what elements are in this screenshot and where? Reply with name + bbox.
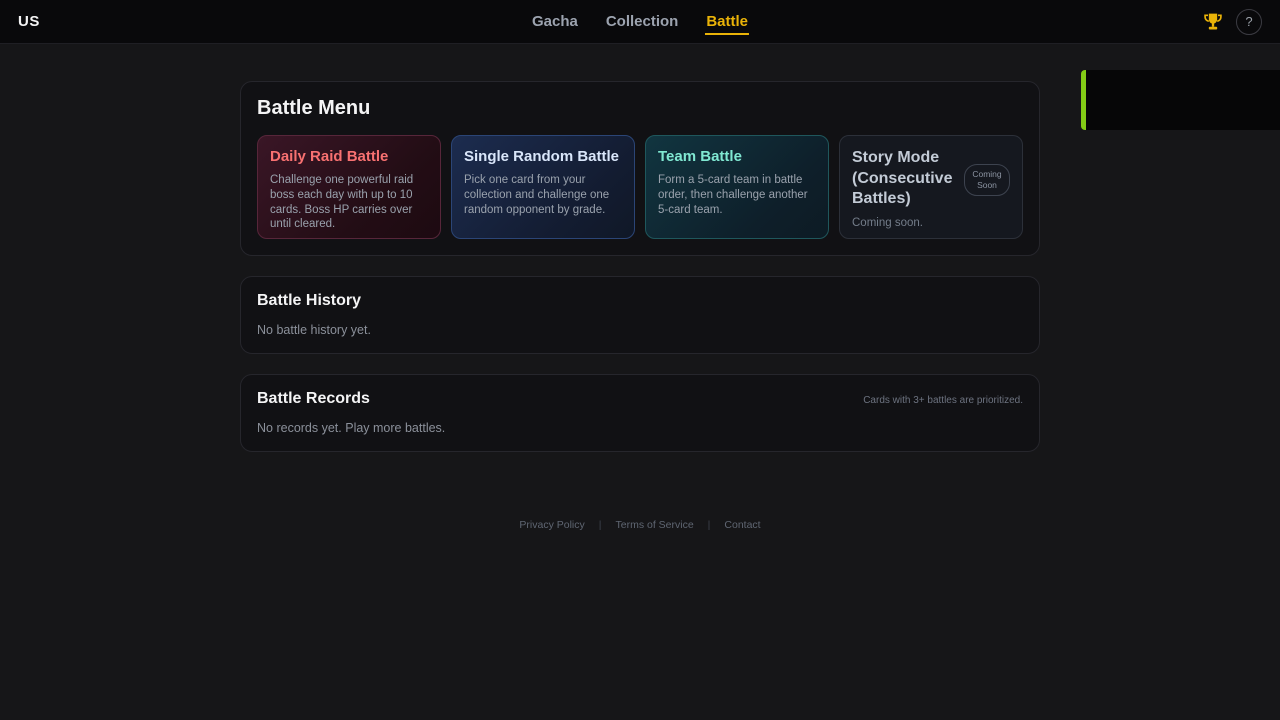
mode-card-daily-raid[interactable]: Daily Raid Battle Challenge one powerful… [257, 135, 441, 239]
mode-title: Team Battle [658, 148, 816, 165]
battle-menu-panel: Battle Menu Daily Raid Battle Challenge … [240, 81, 1040, 256]
nav-collection[interactable]: Collection [605, 9, 680, 34]
mode-title: Story Mode (Consecutive Battles) [852, 148, 958, 210]
mode-title: Single Random Battle [464, 148, 622, 165]
footer-divider: | [599, 519, 602, 531]
footer-link-terms[interactable]: Terms of Service [615, 519, 693, 531]
battle-records-empty-text: No records yet. Play more battles. [257, 421, 1023, 435]
footer: Privacy Policy | Terms of Service | Cont… [240, 519, 1040, 531]
battle-records-note: Cards with 3+ battles are prioritized. [863, 395, 1023, 406]
mode-card-single-random[interactable]: Single Random Battle Pick one card from … [451, 135, 635, 239]
footer-link-privacy[interactable]: Privacy Policy [519, 519, 584, 531]
coming-soon-badge: Coming Soon [964, 164, 1010, 196]
main-nav: Gacha Collection Battle [531, 0, 749, 43]
story-mode-text: Story Mode (Consecutive Battles) Coming … [852, 148, 958, 226]
nav-battle[interactable]: Battle [705, 9, 749, 35]
header-actions: ? [1203, 9, 1262, 35]
mode-card-team-battle[interactable]: Team Battle Form a 5-card team in battle… [645, 135, 829, 239]
battle-records-header: Battle Records Cards with 3+ battles are… [257, 390, 1023, 408]
battle-mode-grid: Daily Raid Battle Challenge one powerful… [257, 135, 1023, 239]
mode-description: Challenge one powerful raid boss each da… [270, 173, 428, 232]
mode-card-story-mode: Story Mode (Consecutive Battles) Coming … [839, 135, 1023, 239]
mode-description: Coming soon. [852, 216, 958, 231]
battle-menu-title: Battle Menu [257, 97, 1023, 120]
battle-history-panel: Battle History No battle history yet. [240, 276, 1040, 354]
footer-link-contact[interactable]: Contact [724, 519, 760, 531]
app-logo[interactable]: US [18, 13, 40, 30]
nav-gacha[interactable]: Gacha [531, 9, 579, 34]
mode-description: Form a 5-card team in battle order, then… [658, 173, 816, 217]
battle-history-empty-text: No battle history yet. [257, 323, 1023, 337]
battle-history-title: Battle History [257, 292, 1023, 310]
mode-title: Daily Raid Battle [270, 148, 428, 165]
header: US Gacha Collection Battle ? [0, 0, 1280, 44]
mode-description: Pick one card from your collection and c… [464, 173, 622, 217]
battle-records-title: Battle Records [257, 390, 370, 408]
footer-divider: | [708, 519, 711, 531]
battle-records-panel: Battle Records Cards with 3+ battles are… [240, 374, 1040, 452]
main-content: Battle Menu Daily Raid Battle Challenge … [240, 44, 1040, 531]
help-button[interactable]: ? [1236, 9, 1262, 35]
trophy-icon[interactable] [1203, 12, 1223, 32]
toast-notification [1081, 70, 1280, 130]
